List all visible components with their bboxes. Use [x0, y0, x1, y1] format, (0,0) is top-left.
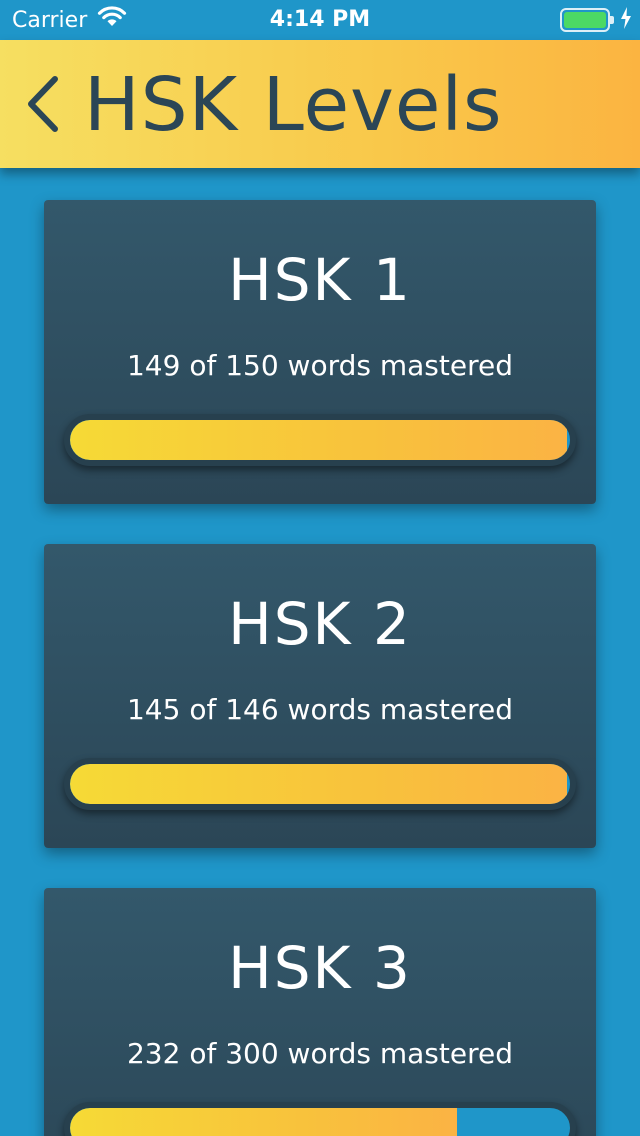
level-progress-fill: [70, 420, 567, 460]
level-progress-text: 149 of 150 words mastered: [126, 349, 513, 382]
page-title: HSK Levels: [84, 62, 503, 148]
level-progress-bar: [64, 1102, 576, 1136]
back-button[interactable]: [14, 66, 70, 146]
chevron-left-icon: [25, 75, 59, 137]
level-title: HSK 3: [228, 934, 412, 1002]
level-card-hsk-3[interactable]: HSK 3 232 of 300 words mastered: [44, 888, 596, 1136]
battery-icon: [560, 8, 614, 32]
level-progress-text: 145 of 146 words mastered: [126, 693, 513, 726]
level-progress-bar: [64, 414, 576, 466]
level-title: HSK 2: [228, 590, 412, 658]
level-title: HSK 1: [228, 246, 412, 314]
status-bar: Carrier 4:14 PM: [0, 0, 640, 40]
level-card-hsk-1[interactable]: HSK 1 149 of 150 words mastered: [44, 200, 596, 504]
nav-header: HSK Levels: [0, 40, 640, 168]
status-right: [560, 7, 632, 33]
level-progress-text: 232 of 300 words mastered: [126, 1037, 513, 1070]
level-card-hsk-2[interactable]: HSK 2 145 of 146 words mastered: [44, 544, 596, 848]
status-time: 4:14 PM: [269, 7, 371, 32]
charging-bolt-icon: [620, 7, 632, 33]
level-progress-fill: [70, 764, 567, 804]
level-progress-bar: [64, 758, 576, 810]
level-progress-fill: [70, 1108, 457, 1136]
